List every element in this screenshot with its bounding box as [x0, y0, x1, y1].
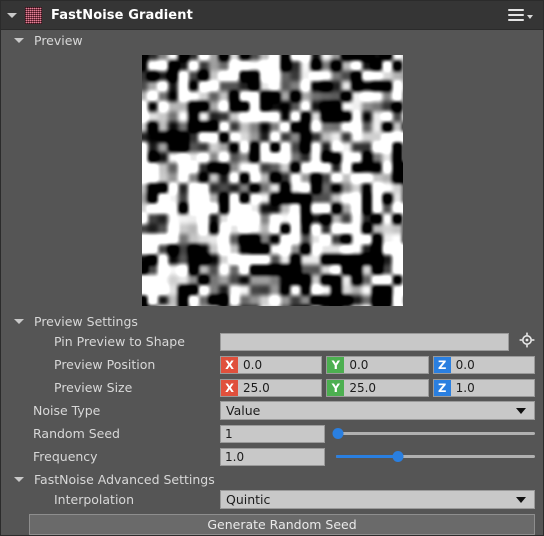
label-preview-size: Preview Size [54, 380, 133, 395]
preview-size-z-value: 1.0 [455, 380, 475, 395]
hamburger-lines [508, 9, 524, 21]
row-preview-position: Preview Position X 0.0 Y 0.0 Z 0.0 [1, 354, 543, 375]
fields-pin-preview [220, 332, 535, 352]
fields-random-seed: 1 [220, 424, 535, 443]
label-frequency: Frequency [33, 449, 98, 464]
axis-y-badge: Y [327, 356, 345, 373]
generate-random-seed-button[interactable]: Generate Random Seed [29, 514, 535, 535]
fields-preview-position: X 0.0 Y 0.0 Z 0.0 [220, 355, 535, 374]
row-interpolation: Interpolation Quintic [1, 489, 543, 510]
label-noise-type: Noise Type [33, 403, 101, 418]
chevron-down-icon [14, 37, 24, 43]
preview-position-x[interactable]: X 0.0 [220, 355, 323, 374]
chevron-down-icon [14, 318, 24, 324]
preview-position-z[interactable]: Z 0.0 [432, 355, 535, 374]
slider-knob[interactable] [332, 428, 344, 439]
label-random-seed: Random Seed [33, 426, 120, 441]
slider-fill [336, 455, 398, 458]
section-label-advanced-settings: FastNoise Advanced Settings [34, 471, 215, 487]
row-noise-type: Noise Type Value [1, 400, 543, 421]
window-title: FastNoise Gradient [51, 7, 193, 23]
preview-position-z-value: 0.0 [455, 357, 475, 372]
preview-size-x[interactable]: X 25.0 [220, 378, 323, 397]
noise-preview-image [141, 55, 403, 306]
noise-type-value: Value [226, 403, 261, 418]
hamburger-menu-icon[interactable] [506, 6, 535, 24]
section-header-preview[interactable]: Preview [1, 30, 543, 50]
section-label-preview: Preview [34, 32, 83, 48]
noise-preview-container [1, 50, 543, 311]
preview-size-x-value: 25.0 [243, 380, 270, 395]
label-preview-position: Preview Position [54, 357, 156, 372]
row-frequency: Frequency 1.0 [1, 446, 543, 467]
row-random-seed: Random Seed 1 [1, 423, 543, 444]
preview-size-y[interactable]: Y 25.0 [326, 378, 429, 397]
slider-track [336, 432, 535, 435]
preview-size-z[interactable]: Z 1.0 [432, 378, 535, 397]
noise-type-dropdown[interactable]: Value [220, 401, 535, 420]
fields-frequency: 1.0 [220, 447, 535, 466]
preview-size-y-value: 25.0 [349, 380, 377, 395]
preview-position-y[interactable]: Y 0.0 [326, 355, 429, 374]
axis-x-badge: X [221, 379, 238, 396]
preview-position-x-value: 0.0 [243, 357, 263, 372]
fields-noise-type: Value [220, 401, 535, 420]
random-seed-input[interactable]: 1 [220, 424, 325, 443]
frequency-slider[interactable] [336, 448, 535, 466]
target-crosshair-icon[interactable] [519, 332, 535, 352]
fields-interpolation: Quintic [220, 490, 535, 509]
pin-preview-input[interactable] [220, 332, 509, 351]
chevron-down-icon [527, 14, 533, 19]
section-header-advanced-settings[interactable]: FastNoise Advanced Settings [1, 469, 543, 489]
axis-z-badge: Z [433, 379, 451, 396]
fastnoise-gradient-window: FastNoise Gradient Preview Preview Setti… [0, 0, 544, 536]
row-pin-preview-to-shape: Pin Preview to Shape [1, 331, 543, 352]
label-pin-preview-to-shape: Pin Preview to Shape [54, 334, 185, 349]
interpolation-dropdown[interactable]: Quintic [220, 490, 535, 509]
chevron-down-icon [516, 407, 526, 414]
window-collapse-icon[interactable] [7, 12, 17, 18]
section-header-preview-settings[interactable]: Preview Settings [1, 311, 543, 331]
generate-random-seed-row: Generate Random Seed [1, 512, 543, 535]
panel-content: Preview Preview Settings Pin Preview to … [1, 30, 543, 535]
label-interpolation: Interpolation [54, 492, 134, 507]
section-label-preview-settings: Preview Settings [34, 313, 138, 329]
chevron-down-icon [14, 476, 24, 482]
preview-position-y-value: 0.0 [349, 357, 369, 372]
interpolation-value: Quintic [226, 492, 271, 507]
axis-x-badge: X [221, 356, 238, 373]
axis-z-badge: Z [433, 356, 451, 373]
chevron-down-icon [516, 496, 526, 503]
random-seed-slider[interactable] [332, 425, 535, 443]
fields-preview-size: X 25.0 Y 25.0 Z 1.0 [220, 378, 535, 397]
frequency-input[interactable]: 1.0 [220, 447, 325, 466]
slider-knob[interactable] [392, 451, 404, 462]
axis-y-badge: Y [327, 379, 345, 396]
noise-pattern-icon [25, 6, 42, 24]
row-preview-size: Preview Size X 25.0 Y 25.0 Z 1.0 [1, 377, 543, 398]
titlebar: FastNoise Gradient [1, 1, 543, 30]
